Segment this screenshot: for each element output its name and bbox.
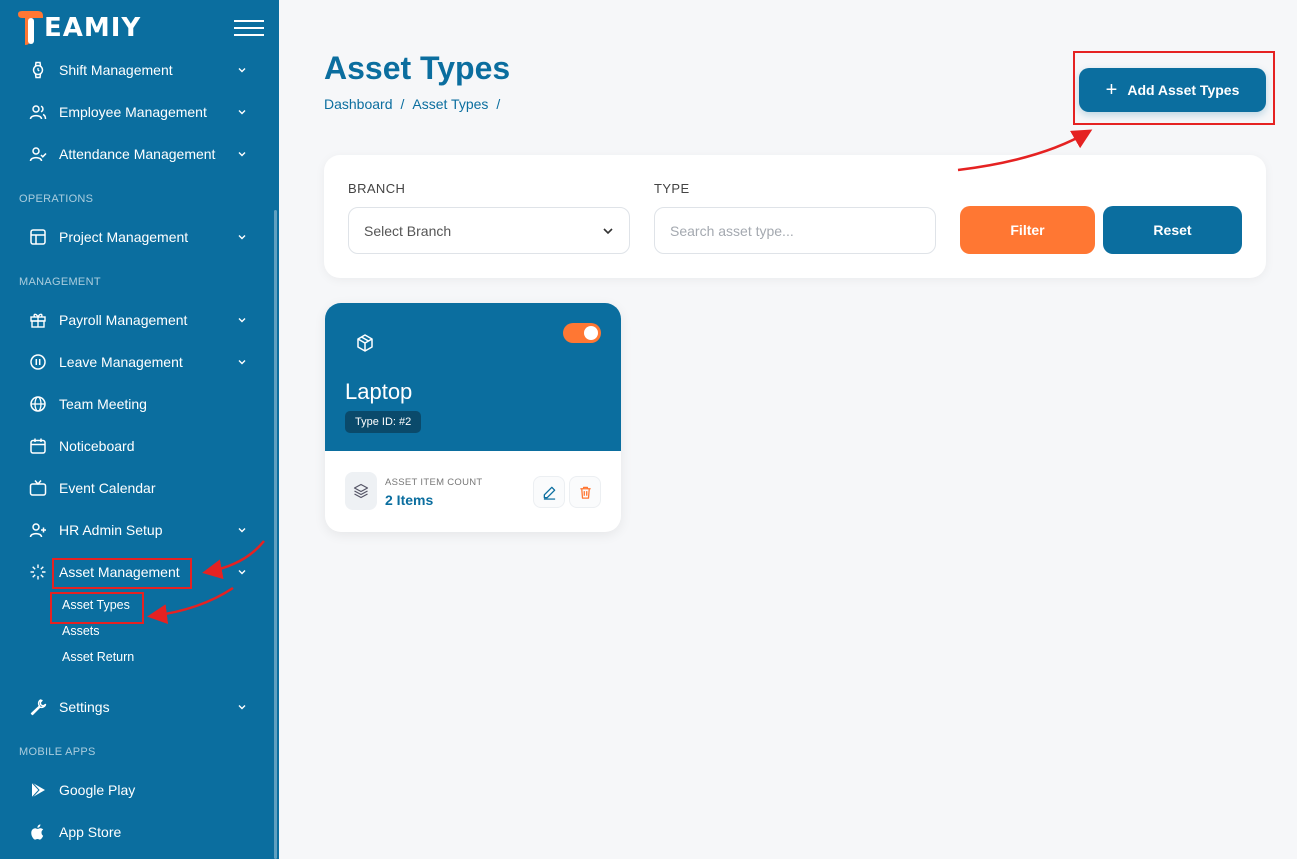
- sidebar-subitem-asset-return[interactable]: Asset Return: [62, 650, 134, 664]
- chevron-down-icon: [238, 705, 246, 710]
- tv-icon: [29, 480, 47, 496]
- card-header: Laptop Type ID: #2: [325, 303, 621, 451]
- filter-panel: BRANCH Select Branch TYPE Filter Reset: [324, 155, 1266, 278]
- add-asset-types-label: Add Asset Types: [1127, 82, 1240, 98]
- status-toggle[interactable]: [563, 323, 601, 343]
- breadcrumb-separator: /: [496, 96, 501, 112]
- page-title: Asset Types: [324, 50, 511, 86]
- calendar-icon: [30, 438, 46, 454]
- asset-type-card: Laptop Type ID: #2 ASSET ITEM COUNT 2 It…: [325, 303, 621, 532]
- sidebar-item-attendance-management[interactable]: Attendance Management: [0, 136, 275, 172]
- apple-icon: [31, 824, 44, 840]
- sidebar-item-employee-management[interactable]: Employee Management: [0, 94, 275, 130]
- type-label: TYPE: [654, 181, 690, 196]
- wrench-icon: [30, 699, 47, 716]
- branch-select-value: Select Branch: [364, 222, 452, 239]
- sidebar-item-label: Attendance Management: [59, 146, 216, 162]
- reset-button[interactable]: Reset: [1103, 206, 1242, 254]
- chevron-down-icon: [238, 360, 246, 365]
- plus-icon: +: [1105, 79, 1118, 101]
- type-id-badge: Type ID: #2: [345, 411, 422, 433]
- sidebar-item-label: Employee Management: [59, 104, 207, 120]
- add-asset-types-button[interactable]: + Add Asset Types: [1079, 68, 1266, 112]
- section-title-mobile-apps: MOBILE APPS: [19, 746, 96, 758]
- sidebar-item-label: Noticeboard: [59, 438, 135, 454]
- pencil-icon: [543, 486, 555, 500]
- chevron-down-icon: [603, 228, 613, 235]
- sidebar-item-label: Asset Management: [59, 564, 180, 580]
- sidebar-item-project-management[interactable]: Project Management: [0, 219, 275, 255]
- gift-icon: [30, 313, 46, 328]
- sidebar-item-label: Team Meeting: [59, 396, 147, 412]
- asset-item-count-value: 2 Items: [385, 492, 434, 508]
- breadcrumb-separator: /: [400, 96, 405, 112]
- menu-toggle-icon[interactable]: [234, 20, 264, 36]
- logo-text: EAMIY: [44, 13, 142, 43]
- user-check-icon: [29, 147, 47, 162]
- sidebar-item-label: Project Management: [59, 229, 189, 245]
- sidebar-subitem-asset-types[interactable]: Asset Types: [62, 598, 130, 612]
- sidebar-item-label: Event Calendar: [59, 480, 156, 496]
- trash-icon: [579, 486, 591, 499]
- sidebar: EAMIY Shift Management Employee Manageme…: [0, 0, 279, 859]
- filter-button[interactable]: Filter: [960, 206, 1095, 254]
- asset-type-name: Laptop: [345, 379, 413, 404]
- toggle-knob: [584, 326, 598, 340]
- section-title-management: MANAGEMENT: [19, 276, 101, 288]
- branch-select[interactable]: Select Branch: [348, 207, 630, 254]
- sidebar-subitem-assets[interactable]: Assets: [62, 624, 100, 638]
- breadcrumb-dashboard[interactable]: Dashboard: [324, 96, 393, 112]
- asset-item-count-label: ASSET ITEM COUNT: [385, 477, 483, 488]
- chevron-down-icon: [238, 318, 246, 323]
- chevron-down-icon: [238, 570, 246, 575]
- chevron-down-icon: [238, 528, 246, 533]
- watch-icon: [32, 61, 44, 79]
- sidebar-item-settings[interactable]: Settings: [0, 689, 275, 725]
- layers-icon: [345, 472, 377, 510]
- user-plus-icon: [29, 523, 46, 538]
- breadcrumb: Dashboard / Asset Types /: [324, 96, 500, 112]
- package-icon: [357, 334, 373, 352]
- asset-type-search-input[interactable]: [654, 207, 936, 254]
- section-title-operations: OPERATIONS: [19, 193, 94, 205]
- app-logo[interactable]: EAMIY: [16, 8, 141, 48]
- sidebar-item-leave-management[interactable]: Leave Management: [0, 344, 275, 380]
- sidebar-item-label: Payroll Management: [59, 312, 188, 328]
- sidebar-item-shift-management[interactable]: Shift Management: [0, 52, 275, 88]
- sidebar-item-noticeboard[interactable]: Noticeboard: [0, 428, 275, 464]
- breadcrumb-asset-types[interactable]: Asset Types: [412, 96, 488, 112]
- chevron-down-icon: [238, 235, 246, 240]
- delete-button[interactable]: [569, 476, 601, 508]
- chevron-down-icon: [238, 152, 246, 157]
- layout-icon: [30, 229, 46, 245]
- loader-icon: [30, 564, 46, 580]
- sidebar-item-label: App Store: [59, 824, 122, 840]
- chevron-down-icon: [238, 68, 246, 73]
- pause-circle-icon: [30, 354, 46, 370]
- sidebar-item-label: HR Admin Setup: [59, 522, 163, 538]
- sidebar-item-payroll-management[interactable]: Payroll Management: [0, 302, 275, 338]
- users-icon: [29, 105, 47, 120]
- sidebar-item-label: Google Play: [59, 782, 136, 798]
- play-icon: [31, 782, 45, 798]
- chevron-down-icon: [238, 110, 246, 115]
- globe-icon: [30, 396, 46, 412]
- sidebar-item-hr-admin-setup[interactable]: HR Admin Setup: [0, 512, 275, 548]
- sidebar-item-label: Leave Management: [59, 354, 183, 370]
- sidebar-item-google-play[interactable]: Google Play: [0, 772, 275, 808]
- sidebar-item-label: Settings: [59, 699, 110, 715]
- branch-label: BRANCH: [348, 181, 406, 196]
- sidebar-item-event-calendar[interactable]: Event Calendar: [0, 470, 275, 506]
- sidebar-item-app-store[interactable]: App Store: [0, 814, 275, 850]
- sidebar-item-asset-management[interactable]: Asset Management: [0, 554, 275, 590]
- logo-mark-icon: [18, 11, 43, 45]
- sidebar-item-label: Shift Management: [59, 62, 173, 78]
- edit-button[interactable]: [533, 476, 565, 508]
- sidebar-item-team-meeting[interactable]: Team Meeting: [0, 386, 275, 422]
